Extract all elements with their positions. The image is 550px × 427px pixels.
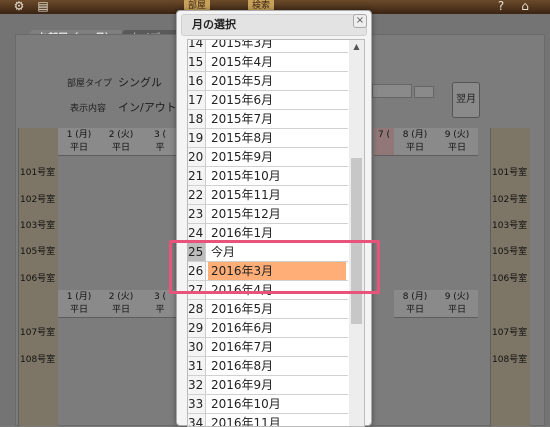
month-list-item[interactable]: 23 2015年12月	[188, 205, 348, 224]
month-item-number: 15	[188, 53, 206, 71]
month-item-number: 31	[188, 357, 206, 375]
scroll-up-icon[interactable]: ▲	[351, 42, 362, 52]
day-header: 8 (月) 平日	[394, 290, 436, 318]
room-label: 101号室	[492, 168, 528, 178]
month-item-number: 17	[188, 91, 206, 109]
month-item-label: 2015年7月	[211, 112, 274, 126]
month-item-label: 2015年10月	[211, 169, 281, 183]
month-item-number: 32	[188, 376, 206, 394]
month-list-item[interactable]: 33 2016年10月	[188, 395, 348, 414]
month-list-item[interactable]: 19 2015年8月	[188, 129, 348, 148]
month-item-number: 34	[188, 414, 206, 426]
month-item-label: 2015年12月	[211, 207, 281, 221]
month-item-number: 19	[188, 129, 206, 147]
room-label: 101号室	[20, 168, 56, 178]
month-item-label: 2016年8月	[211, 359, 274, 373]
month-item-label: 2015年9月	[211, 150, 274, 164]
month-item-label: 2015年3月	[211, 39, 274, 50]
day-header: 9 (火) 平日	[436, 128, 478, 156]
month-item-number: 33	[188, 395, 206, 413]
month-item-number: 14	[188, 40, 206, 52]
month-list-item[interactable]: 32 2016年9月	[188, 376, 348, 395]
day-header: 9 (火) 平日	[436, 290, 478, 318]
room-label: 106号室	[20, 274, 56, 284]
month-item-number: 20	[188, 148, 206, 166]
annotation-highlight-box	[169, 240, 380, 294]
month-item-label: 2015年6月	[211, 93, 274, 107]
room-label: 106号室	[492, 274, 528, 284]
printer-icon[interactable]: ▤	[36, 0, 50, 12]
month-item-number: 29	[188, 319, 206, 337]
room-label: 105号室	[20, 247, 56, 257]
month-item-number: 30	[188, 338, 206, 356]
month-item-label: 2015年5月	[211, 74, 274, 88]
month-list-item[interactable]: 34 2016年11月	[188, 414, 348, 427]
month-list-item[interactable]: 28 2016年5月	[188, 300, 348, 319]
room-label: 108号室	[20, 355, 56, 365]
month-list-item[interactable]: 14 2015年3月	[188, 39, 348, 53]
room-label: 103号室	[20, 221, 56, 231]
month-item-label: 2016年7月	[211, 340, 274, 354]
close-icon[interactable]: ×	[353, 14, 367, 28]
month-item-label: 2015年8月	[211, 131, 274, 145]
room-label: 105号室	[492, 247, 528, 257]
month-item-number: 21	[188, 167, 206, 185]
month-list-item[interactable]: 20 2015年9月	[188, 148, 348, 167]
day-header: 1 (月) 平日	[58, 290, 100, 318]
day-header: 3 (平	[142, 128, 178, 156]
room-label: 102号室	[492, 195, 528, 205]
day-header: 1 (月) 平日	[58, 128, 100, 156]
room-label: 108号室	[492, 355, 528, 365]
display-label: 表示内容	[70, 104, 107, 114]
month-item-number: 18	[188, 110, 206, 128]
month-list[interactable]: ▲ 14 2015年3月 15 2015年4月 16 2015年5月 17 2015年6月 18…	[187, 39, 365, 427]
room-label: 107号室	[492, 328, 528, 338]
day-header: 2 (火) 平日	[100, 290, 142, 318]
month-list-item[interactable]: 31 2016年8月	[188, 357, 348, 376]
month-item-label: 2016年5月	[211, 302, 274, 316]
month-item-number: 16	[188, 72, 206, 90]
next-month-button[interactable]: 翌月	[452, 82, 480, 118]
month-item-label: 2016年6月	[211, 321, 274, 335]
day-header: 2 (火) 平日	[100, 128, 142, 156]
date-picker-button[interactable]	[414, 86, 434, 98]
month-item-label: 2016年11月	[211, 416, 281, 427]
room-label: 103号室	[492, 221, 528, 231]
month-item-label: 2015年4月	[211, 55, 274, 69]
month-list-item[interactable]: 21 2015年10月	[188, 167, 348, 186]
room-type-label: 部屋タイプ	[67, 79, 113, 89]
month-item-label: 2015年11月	[211, 188, 281, 202]
month-list-item[interactable]: 22 2015年11月	[188, 186, 348, 205]
room-type-value[interactable]: シングル	[118, 74, 162, 90]
month-list-item[interactable]: 29 2016年6月	[188, 319, 348, 338]
month-select-dialog: 月の選択 × ▲ 14 2015年3月 15 2015年4月 16 2015年5月 17 20…	[176, 10, 372, 427]
display-value[interactable]: イン/アウト	[118, 99, 177, 115]
scrollbar[interactable]: ▲	[349, 40, 364, 426]
month-item-number: 23	[188, 205, 206, 223]
month-item-number: 28	[188, 300, 206, 318]
day-header: 7 (	[374, 128, 394, 156]
month-list-item[interactable]: 15 2015年4月	[188, 53, 348, 72]
month-list-item[interactable]: 30 2016年7月	[188, 338, 348, 357]
home-icon[interactable]: ⌂	[518, 0, 532, 12]
date-input[interactable]	[372, 84, 412, 98]
gear-icon[interactable]: ⚙	[12, 0, 26, 12]
month-list-item[interactable]: 16 2015年5月	[188, 72, 348, 91]
day-header: 8 (月) 平日	[394, 128, 436, 156]
month-item-number: 22	[188, 186, 206, 204]
dialog-title: 月の選択	[181, 14, 367, 36]
month-list-item[interactable]: 17 2015年6月	[188, 91, 348, 110]
room-label: 107号室	[20, 328, 56, 338]
day-header: 3 (平	[142, 290, 178, 318]
month-item-label: 2016年10月	[211, 397, 281, 411]
room-label: 102号室	[20, 195, 56, 205]
month-list-item[interactable]: 18 2015年7月	[188, 110, 348, 129]
help-icon[interactable]: ?	[494, 0, 508, 12]
month-item-label: 2016年9月	[211, 378, 274, 392]
